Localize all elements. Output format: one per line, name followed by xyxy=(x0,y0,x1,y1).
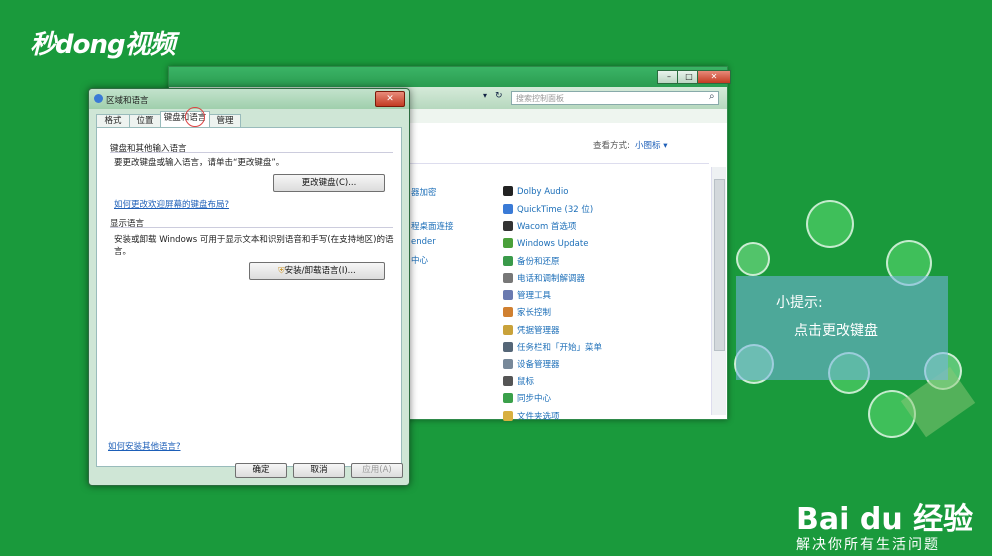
refresh-icon[interactable]: ↻ xyxy=(495,91,503,101)
item-icon xyxy=(503,376,513,387)
display-group-description-cont: 言。 xyxy=(114,247,132,257)
control-panel-item[interactable]: Wacom 首选项 xyxy=(503,220,576,232)
control-panel-item-partial[interactable]: 中心 xyxy=(411,254,428,266)
item-icon xyxy=(503,341,513,352)
item-icon xyxy=(503,255,513,266)
decor-circle xyxy=(736,242,770,276)
item-label: 设备管理器 xyxy=(517,360,560,370)
divider xyxy=(110,227,393,228)
item-label: Dolby Audio xyxy=(517,187,569,197)
item-label: 家长控制 xyxy=(517,308,552,319)
tip-text: 点击更改键盘 xyxy=(794,323,878,339)
dialog-title-bar: 区域和语言 ✕ xyxy=(89,89,409,109)
scrollbar[interactable] xyxy=(711,167,726,415)
control-panel-item-partial[interactable]: ender xyxy=(411,237,436,247)
control-panel-item[interactable]: QuickTime (32 位) xyxy=(503,203,593,215)
control-panel-item[interactable]: 设备管理器 xyxy=(503,358,560,370)
item-label: 凭据管理器 xyxy=(517,325,560,336)
item-label: Windows Update xyxy=(517,238,589,249)
ok-button[interactable]: 确定 xyxy=(235,463,287,478)
region-language-dialog: 区域和语言 ✕ 格式 位置 键盘和语言 管理 键盘和其他输入语言 要更改键盘或输… xyxy=(88,88,410,486)
control-panel-item-partial[interactable]: 器加密 xyxy=(411,186,437,198)
item-label: 鼠标 xyxy=(517,377,535,388)
baidu-slogan: 解决你所有生活问题 xyxy=(796,537,940,553)
tip-box: 小提示: 点击更改键盘 xyxy=(736,276,948,380)
dialog-title: 区域和语言 xyxy=(106,96,149,106)
install-language-button[interactable]: ⛨安装/卸载语言(I)... xyxy=(249,262,385,280)
display-group-description: 安装或卸载 Windows 可用于显示文本和识别语音和手写(在支持地区)的语 xyxy=(114,235,394,245)
item-icon xyxy=(503,359,513,369)
decor-circle xyxy=(806,200,854,248)
tab-location[interactable]: 位置 xyxy=(129,114,161,128)
scrollbar-thumb[interactable] xyxy=(714,179,725,351)
item-label: 电话和调制解调器 xyxy=(517,274,586,284)
item-icon xyxy=(503,237,513,248)
install-language-label: 安装/卸载语言(I)... xyxy=(284,266,356,276)
control-panel-item[interactable]: 任务栏和「开始」菜单 xyxy=(503,341,602,353)
cancel-button[interactable]: 取消 xyxy=(293,463,345,478)
item-icon xyxy=(503,290,513,301)
baidu-jingyan-logo: Bai du 经验 xyxy=(796,502,974,537)
item-label: Wacom 首选项 xyxy=(517,222,577,233)
control-panel-item[interactable]: 鼠标 xyxy=(503,375,534,387)
control-panel-item[interactable]: 家长控制 xyxy=(503,306,551,318)
item-icon xyxy=(503,186,513,196)
control-panel-item[interactable]: 凭据管理器 xyxy=(503,324,560,336)
tab-format[interactable]: 格式 xyxy=(96,114,130,128)
item-icon xyxy=(503,410,513,421)
item-icon xyxy=(503,393,513,404)
control-panel-item[interactable]: 文件夹选项 xyxy=(503,410,560,422)
item-label: 管理工具 xyxy=(517,291,552,302)
keyboard-group-description: 要更改键盘或输入语言，请单击“更改键盘”。 xyxy=(114,158,285,168)
close-button[interactable]: ✕ xyxy=(697,70,731,84)
title-bar: – □ ✕ xyxy=(169,67,731,87)
item-label: QuickTime (32 位) xyxy=(517,205,594,216)
dialog-close-button[interactable]: ✕ xyxy=(375,91,405,107)
tip-title: 小提示: xyxy=(776,295,823,311)
control-panel-item[interactable]: 备份和还原 xyxy=(503,255,560,267)
click-highlight xyxy=(185,107,205,127)
control-panel-item-partial[interactable]: 程桌面连接 xyxy=(411,220,454,232)
search-icon[interactable]: ⌕ xyxy=(709,91,715,102)
item-label: 任务栏和「开始」菜单 xyxy=(517,342,603,353)
view-by-label: 查看方式: xyxy=(593,141,630,151)
item-icon xyxy=(503,221,513,232)
item-icon xyxy=(503,307,513,318)
control-panel-item[interactable]: Dolby Audio xyxy=(503,186,568,197)
apply-button[interactable]: 应用(A) xyxy=(351,463,403,478)
item-icon xyxy=(503,204,513,215)
keyboard-layout-link[interactable]: 如何更改欢迎屏幕的键盘布局? xyxy=(114,198,229,210)
item-label: 同步中心 xyxy=(517,394,552,405)
item-label: 文件夹选项 xyxy=(517,411,560,422)
item-label: 备份和还原 xyxy=(517,256,560,267)
control-panel-item[interactable]: 电话和调制解调器 xyxy=(503,272,585,284)
change-keyboard-button[interactable]: 更改键盘(C)... xyxy=(273,174,385,192)
dialog-panel: 键盘和其他输入语言 要更改键盘或输入语言，请单击“更改键盘”。 更改键盘(C).… xyxy=(96,127,402,467)
view-by-dropdown[interactable]: 小图标 ▾ xyxy=(635,139,667,151)
divider xyxy=(110,152,393,153)
tab-administrative[interactable]: 管理 xyxy=(209,114,241,128)
control-panel-item[interactable]: Windows Update xyxy=(503,237,589,249)
brand-logo: 秒dong视频 xyxy=(30,30,176,60)
item-icon xyxy=(503,324,513,335)
control-panel-item[interactable]: 同步中心 xyxy=(503,392,551,404)
globe-icon xyxy=(94,94,103,103)
control-panel-item[interactable]: 管理工具 xyxy=(503,289,551,301)
install-other-language-link[interactable]: 如何安装其他语言? xyxy=(108,440,181,452)
search-input[interactable]: 搜索控制面板 xyxy=(511,91,719,105)
item-icon xyxy=(503,273,513,283)
dropdown-arrow-icon[interactable]: ▾ xyxy=(483,91,487,100)
